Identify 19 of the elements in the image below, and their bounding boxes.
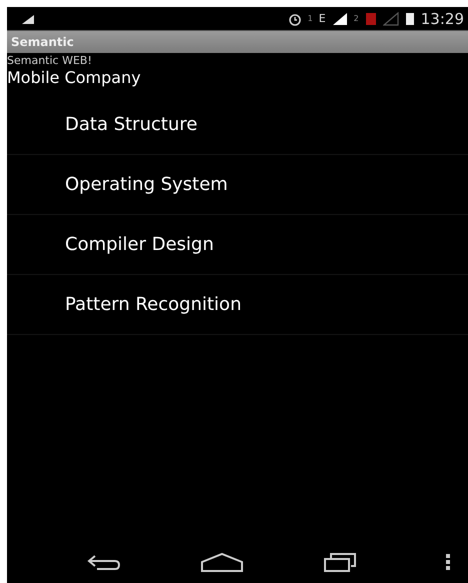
sim-label: 2 [354,14,359,23]
alarm-icon [288,12,302,26]
app-title: Semantic [11,35,74,49]
sim-label: 1 [308,14,313,23]
network-type: E [318,12,326,25]
overflow-menu-icon[interactable] [446,554,450,570]
battery-icon [404,12,415,26]
heading-text: Mobile Company [7,67,142,87]
recent-apps-icon[interactable] [323,552,358,572]
signal-icon [332,12,348,26]
list-item[interactable]: Pattern Recognition [7,275,468,335]
back-icon[interactable] [86,553,121,571]
home-icon[interactable] [200,552,244,572]
subtitle-text: Semantic WEB! [7,53,93,67]
clock-time: 13:29 [420,10,464,28]
list-item[interactable]: Compiler Design [7,215,468,275]
list-item[interactable]: Data Structure [7,95,468,155]
signal-icon [382,12,399,26]
list-item[interactable]: Operating System [7,155,468,215]
